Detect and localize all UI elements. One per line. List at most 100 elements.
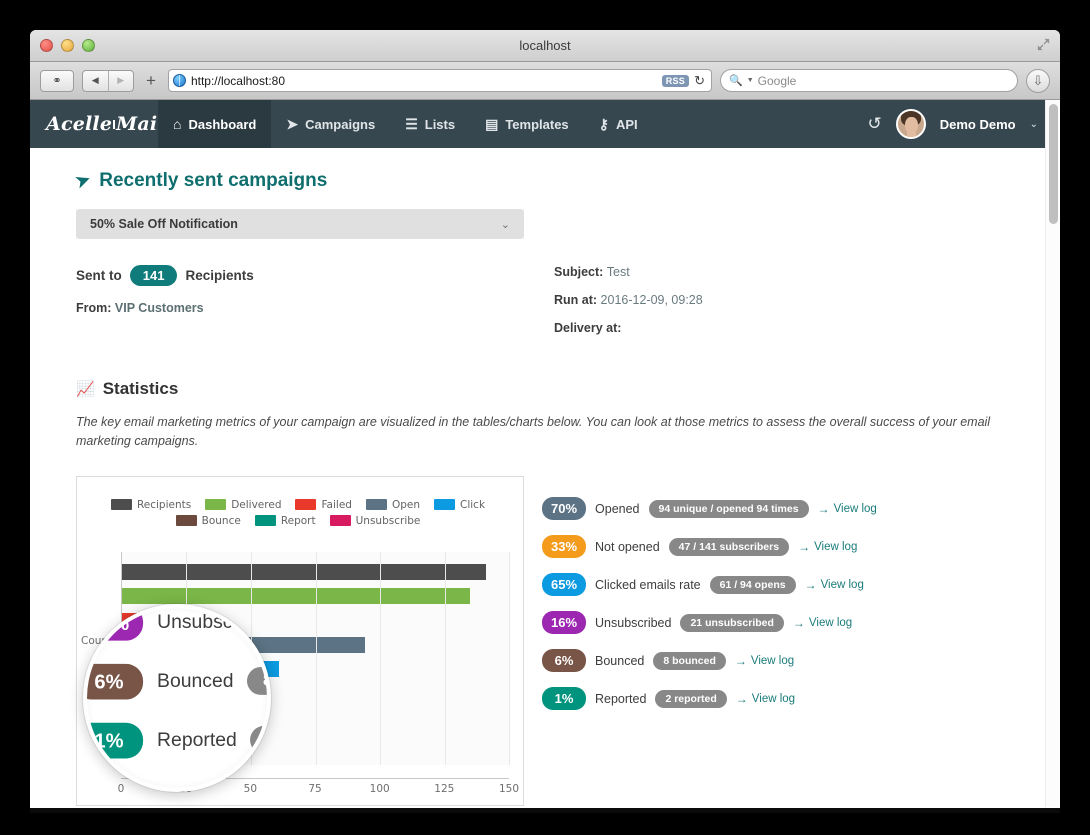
legend-label: Delivered xyxy=(231,498,282,511)
legend-label: Recipients xyxy=(136,498,192,511)
sent-to-suffix: Recipients xyxy=(185,268,254,283)
metric-label: Bounced xyxy=(595,653,645,668)
search-icon: 🔍 xyxy=(729,75,743,87)
chart-gridline xyxy=(379,551,381,765)
recipient-count-badge: 141 xyxy=(129,265,178,286)
nav-item-lists[interactable]: ☰ Lists xyxy=(390,100,470,148)
close-window-button[interactable] xyxy=(40,39,53,52)
metric-row: 70% Opened 94 unique / opened 94 times → Vie… xyxy=(542,490,1030,528)
view-log-label: View log xyxy=(750,654,795,667)
url-text: http://localhost:80 xyxy=(190,73,285,88)
legend-item: Recipients xyxy=(110,498,192,511)
chart-bar xyxy=(122,661,280,678)
sidebar-icon[interactable]: ⚭ xyxy=(40,69,74,92)
nav-item-dashboard[interactable]: ⌂ Dashboard xyxy=(158,100,272,148)
chart-bar xyxy=(122,685,143,702)
envelope-icon xyxy=(113,120,116,129)
chart-x-tick: 125 xyxy=(434,782,455,795)
arrow-right-icon: → xyxy=(798,539,811,554)
metric-row: 65% Clicked emails rate 61 / 94 opens → View… xyxy=(542,566,1030,604)
chart-bar xyxy=(122,563,486,580)
app-logo[interactable]: Acelle Mail xyxy=(30,113,165,135)
delivery-at-label: Delivery at: xyxy=(554,321,622,335)
chart-bar xyxy=(122,637,365,654)
metric-label: Not opened xyxy=(595,539,660,554)
chart-gridline xyxy=(250,551,252,765)
run-at-label: Run at: xyxy=(554,293,598,307)
page-title-text: Recently sent campaigns xyxy=(99,170,328,191)
web-page: Acelle Mail ⌂ Dashboard ➤ Campaigns ☰ Li… xyxy=(30,100,1060,807)
window-titlebar: localhost xyxy=(30,30,1060,62)
chart-gridline xyxy=(315,551,317,765)
legend-swatch xyxy=(205,499,227,511)
metric-label: Unsubscribed xyxy=(595,615,672,630)
view-log-link[interactable]: → View log xyxy=(818,502,877,516)
nav-item-api[interactable]: ⚷ API xyxy=(584,100,653,148)
globe-icon xyxy=(172,74,186,87)
window-bottom-edge xyxy=(30,808,1060,813)
legend-label: Report xyxy=(280,514,316,527)
forward-button[interactable]: ▶ xyxy=(109,75,134,86)
metric-label: Opened xyxy=(595,501,640,516)
history-icon[interactable]: ↺ xyxy=(868,114,882,134)
nav-buttons[interactable]: ◀ ▶ xyxy=(82,69,134,92)
scrollbar-thumb[interactable] xyxy=(1049,104,1058,224)
chart-gridline xyxy=(186,551,188,765)
metric-detail-badge: 47 / 141 subscribers xyxy=(668,537,790,556)
avatar-neck xyxy=(906,130,916,137)
paper-plane-icon: ➤ xyxy=(73,169,93,192)
legend-item: Open xyxy=(365,499,420,511)
metric-row: 33% Not opened 47 / 141 subscribers → View l… xyxy=(542,528,1030,566)
zoom-window-button[interactable] xyxy=(82,39,95,52)
nav-item-templates[interactable]: ▤ Templates xyxy=(470,100,584,148)
run-at-value: 2016-12-09, 09:28 xyxy=(600,293,703,307)
chart-x-tick-labels: 0 25 50 75 100 125 150 xyxy=(118,782,519,799)
chart-x-axis xyxy=(121,777,509,779)
nav-label-dashboard: Dashboard xyxy=(188,116,257,132)
minimize-window-button[interactable] xyxy=(61,39,74,52)
fullscreen-icon[interactable] xyxy=(1036,37,1051,52)
run-at-line: Run at: 2016-12-09, 09:28 xyxy=(554,293,703,307)
statistics-section: Recipients Delivered Failed Open Click Bounce… xyxy=(76,475,1030,806)
new-tab-button[interactable]: + xyxy=(142,72,160,89)
page-scrollbar[interactable] xyxy=(1045,100,1060,807)
search-input[interactable]: 🔍 ▼ Google xyxy=(720,69,1018,92)
address-book-icon: ☰ xyxy=(405,116,418,132)
browser-window: localhost ⚭ ◀ ▶ + http://localhost:80 RS… xyxy=(30,30,1060,808)
chart-legend: Recipients Delivered Failed Open Click Bounce… xyxy=(87,489,509,527)
chevron-down-icon[interactable]: ▼ xyxy=(747,77,754,84)
key-icon: ⚷ xyxy=(598,116,609,132)
back-button[interactable]: ◀ xyxy=(83,75,108,86)
window-title: localhost xyxy=(519,38,571,53)
paper-plane-icon: ➤ xyxy=(286,116,299,132)
subject-value: Test xyxy=(606,265,630,279)
view-log-link[interactable]: → View log xyxy=(793,616,852,630)
delivery-at-line: Delivery at: xyxy=(554,321,703,335)
chart-bar xyxy=(122,612,138,629)
nav-item-campaigns[interactable]: ➤ Campaigns xyxy=(271,100,390,148)
legend-swatch xyxy=(295,499,317,511)
reload-icon[interactable]: ↻ xyxy=(694,73,707,89)
page-content: ➤ Recently sent campaigns 50% Sale Off N… xyxy=(30,148,1060,807)
campaign-select[interactable]: 50% Sale Off Notification ⌄ xyxy=(76,209,524,239)
nav-label-api: API xyxy=(615,116,638,132)
legend-item: Unsubscribe xyxy=(329,515,420,527)
chart-plot-area xyxy=(121,551,510,765)
metric-label: Reported xyxy=(595,691,647,706)
address-bar[interactable]: http://localhost:80 RSS ↻ xyxy=(167,69,712,92)
view-log-link[interactable]: → View log xyxy=(805,578,864,592)
view-log-link[interactable]: → View log xyxy=(736,692,795,706)
downloads-button[interactable]: ⇩ xyxy=(1026,68,1050,93)
legend-swatch xyxy=(329,515,351,527)
navbar-right: ↺ Demo Demo ⌄ xyxy=(868,109,1061,139)
home-icon: ⌂ xyxy=(173,116,182,132)
avatar[interactable] xyxy=(895,109,926,139)
window-controls[interactable] xyxy=(40,39,95,52)
view-log-link[interactable]: → View log xyxy=(735,654,794,668)
rss-button[interactable]: RSS xyxy=(661,74,690,87)
arrow-right-icon: → xyxy=(735,691,748,706)
arrow-right-icon: → xyxy=(817,501,830,516)
legend-swatch xyxy=(365,499,387,511)
chevron-down-icon[interactable]: ⌄ xyxy=(1030,119,1038,130)
view-log-link[interactable]: → View log xyxy=(798,540,857,554)
